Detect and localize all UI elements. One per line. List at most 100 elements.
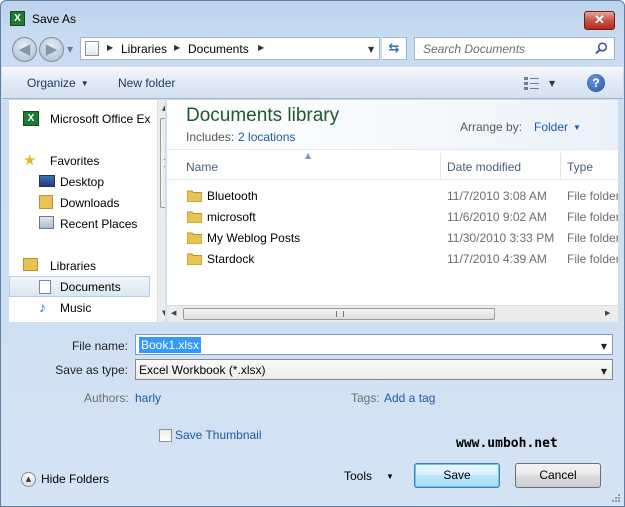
file-name: Stardock xyxy=(207,252,255,266)
search-icon[interactable] xyxy=(595,42,608,55)
tags-field[interactable]: Add a tag xyxy=(384,391,435,405)
sidebar-item-desktop[interactable]: Desktop xyxy=(9,171,154,192)
locations-link[interactable]: 2 locations xyxy=(238,130,295,144)
file-name: My Weblog Posts xyxy=(207,231,301,245)
libraries-icon xyxy=(23,258,38,271)
resize-grip-icon[interactable] xyxy=(610,492,620,502)
file-name: microsoft xyxy=(207,210,256,224)
title-bar: X Save As ✕ xyxy=(1,1,624,31)
document-icon xyxy=(39,280,51,294)
navigation-bar: ◀ ▶ ▼ ▶ Libraries ▶ Documents ▶ ▼ ⇆ Sear… xyxy=(1,33,624,65)
cancel-button[interactable]: Cancel xyxy=(515,463,601,488)
folder-icon xyxy=(187,253,202,265)
search-box[interactable]: Search Documents xyxy=(414,37,615,60)
views-dropdown-icon[interactable]: ▼ xyxy=(549,79,555,88)
scroll-right-icon[interactable]: ▶ xyxy=(605,309,610,317)
file-row[interactable]: microsoft 11/6/2010 9:02 AM File folder xyxy=(167,206,618,227)
file-name-label: File name: xyxy=(71,339,128,353)
file-date: 11/30/2010 3:33 PM xyxy=(447,231,555,245)
new-folder-button[interactable]: New folder xyxy=(118,76,175,90)
sidebar-scrollbar[interactable]: ▲ ▼ xyxy=(157,100,165,322)
save-thumbnail-checkbox[interactable] xyxy=(159,429,172,442)
arrange-by-label: Arrange by: xyxy=(460,120,523,134)
downloads-icon xyxy=(39,195,53,209)
file-list-scrollbar[interactable]: ◀ ▶ xyxy=(167,305,618,322)
column-date-modified[interactable]: Date modified xyxy=(447,160,521,174)
sidebar-item-label: Downloads xyxy=(60,196,120,210)
authors-field[interactable]: harly xyxy=(135,391,161,405)
sidebar-item-libraries[interactable]: Libraries xyxy=(9,255,154,276)
sidebar-item-microsoft-office[interactable]: X Microsoft Office Ex xyxy=(9,108,154,129)
sidebar-item-music[interactable]: ♪ Music xyxy=(9,297,154,318)
save-type-select[interactable]: Excel Workbook (*.xlsx) ▼ xyxy=(135,359,613,380)
sidebar-item-documents[interactable]: Documents xyxy=(9,276,150,297)
save-thumbnail-label[interactable]: Save Thumbnail xyxy=(175,428,262,442)
scroll-up-icon[interactable]: ▲ xyxy=(162,104,165,112)
organize-button[interactable]: Organize ▼ xyxy=(27,76,89,90)
column-header: ▲ Name Date modified Type xyxy=(167,151,618,180)
column-type[interactable]: Type xyxy=(567,160,593,174)
scroll-left-icon[interactable]: ◀ xyxy=(171,309,176,317)
file-name-input[interactable]: Book1.xlsx xyxy=(139,337,202,353)
breadcrumb-arrow-icon[interactable]: ▶ xyxy=(258,43,264,52)
address-bar[interactable]: ▶ Libraries ▶ Documents ▶ ▼ xyxy=(80,37,380,60)
sidebar-item-label: Music xyxy=(60,301,92,315)
music-icon: ♪ xyxy=(39,299,46,315)
breadcrumb-arrow-icon[interactable]: ▶ xyxy=(107,43,113,52)
includes-label: Includes: xyxy=(186,130,235,144)
file-type: File folder xyxy=(567,231,618,245)
sidebar-item-favorites[interactable]: ★ Favorites xyxy=(9,150,154,171)
address-dropdown-icon[interactable]: ▼ xyxy=(368,45,374,54)
breadcrumb-documents[interactable]: Documents xyxy=(188,42,249,56)
close-button[interactable]: ✕ xyxy=(584,11,615,30)
file-date: 11/6/2010 9:02 AM xyxy=(447,210,547,224)
breadcrumb-arrow-icon[interactable]: ▶ xyxy=(174,43,180,52)
sidebar-item-label: Favorites xyxy=(50,154,100,168)
scrollbar-thumb[interactable] xyxy=(160,118,165,208)
tags-label: Tags: xyxy=(351,391,380,405)
column-divider[interactable] xyxy=(440,153,441,180)
excel-icon: X xyxy=(10,11,25,26)
scroll-down-icon[interactable]: ▼ xyxy=(162,309,165,317)
file-date: 11/7/2010 4:39 AM xyxy=(447,252,547,266)
back-button[interactable]: ◀ xyxy=(12,37,37,62)
scrollbar-thumb[interactable] xyxy=(183,308,495,320)
search-input[interactable]: Search Documents xyxy=(423,42,525,56)
sidebar-item-recent-places[interactable]: Recent Places xyxy=(9,213,154,234)
chevron-down-icon[interactable]: ▼ xyxy=(601,342,607,351)
folder-location-icon xyxy=(85,41,99,56)
file-row[interactable]: Bluetooth 11/7/2010 3:08 AM File folder xyxy=(167,185,618,206)
file-row[interactable]: Stardock 11/7/2010 4:39 AM File folder xyxy=(167,248,618,269)
chevron-down-icon[interactable]: ▼ xyxy=(601,367,607,376)
views-icon[interactable] xyxy=(524,77,539,90)
tools-button[interactable]: Tools ▼ xyxy=(344,469,394,483)
library-title: Documents library xyxy=(186,105,340,126)
column-divider[interactable] xyxy=(560,153,561,180)
library-header: Documents library Includes: 2 locations A… xyxy=(167,100,618,150)
file-row[interactable]: My Weblog Posts 11/30/2010 3:33 PM File … xyxy=(167,227,618,248)
grip-icon xyxy=(164,159,165,167)
help-button[interactable]: ? xyxy=(587,74,605,92)
sidebar-item-label: Documents xyxy=(60,280,121,294)
file-name-field[interactable]: Book1.xlsx ▼ xyxy=(135,334,613,355)
save-form: File name: Book1.xlsx ▼ Save as type: Ex… xyxy=(1,323,624,506)
back-arrow-icon: ◀ xyxy=(18,40,31,58)
forward-arrow-icon: ▶ xyxy=(45,40,58,58)
arrange-by-dropdown[interactable]: Folder ▼ xyxy=(534,120,581,134)
authors-label: Authors: xyxy=(84,391,129,405)
sidebar-item-label: Recent Places xyxy=(60,217,138,231)
sidebar-item-downloads[interactable]: Downloads xyxy=(9,192,154,213)
refresh-button[interactable]: ⇆ xyxy=(382,37,407,60)
watermark-text: www.umboh.net xyxy=(456,436,558,451)
column-name[interactable]: Name xyxy=(186,160,218,174)
collapse-up-icon: ▲ xyxy=(21,472,36,487)
breadcrumb-libraries[interactable]: Libraries xyxy=(121,42,167,56)
forward-button[interactable]: ▶ xyxy=(39,37,64,62)
recent-locations-dropdown[interactable]: ▼ xyxy=(67,45,73,54)
recent-places-icon xyxy=(39,216,54,229)
arrange-by-value: Folder xyxy=(534,120,569,134)
save-as-dialog: X Save As ✕ ◀ ▶ ▼ ▶ Libraries ▶ Document… xyxy=(0,0,625,507)
library-includes: Includes: 2 locations xyxy=(186,130,295,144)
refresh-icon: ⇆ xyxy=(388,41,400,56)
save-button[interactable]: Save xyxy=(414,463,500,488)
